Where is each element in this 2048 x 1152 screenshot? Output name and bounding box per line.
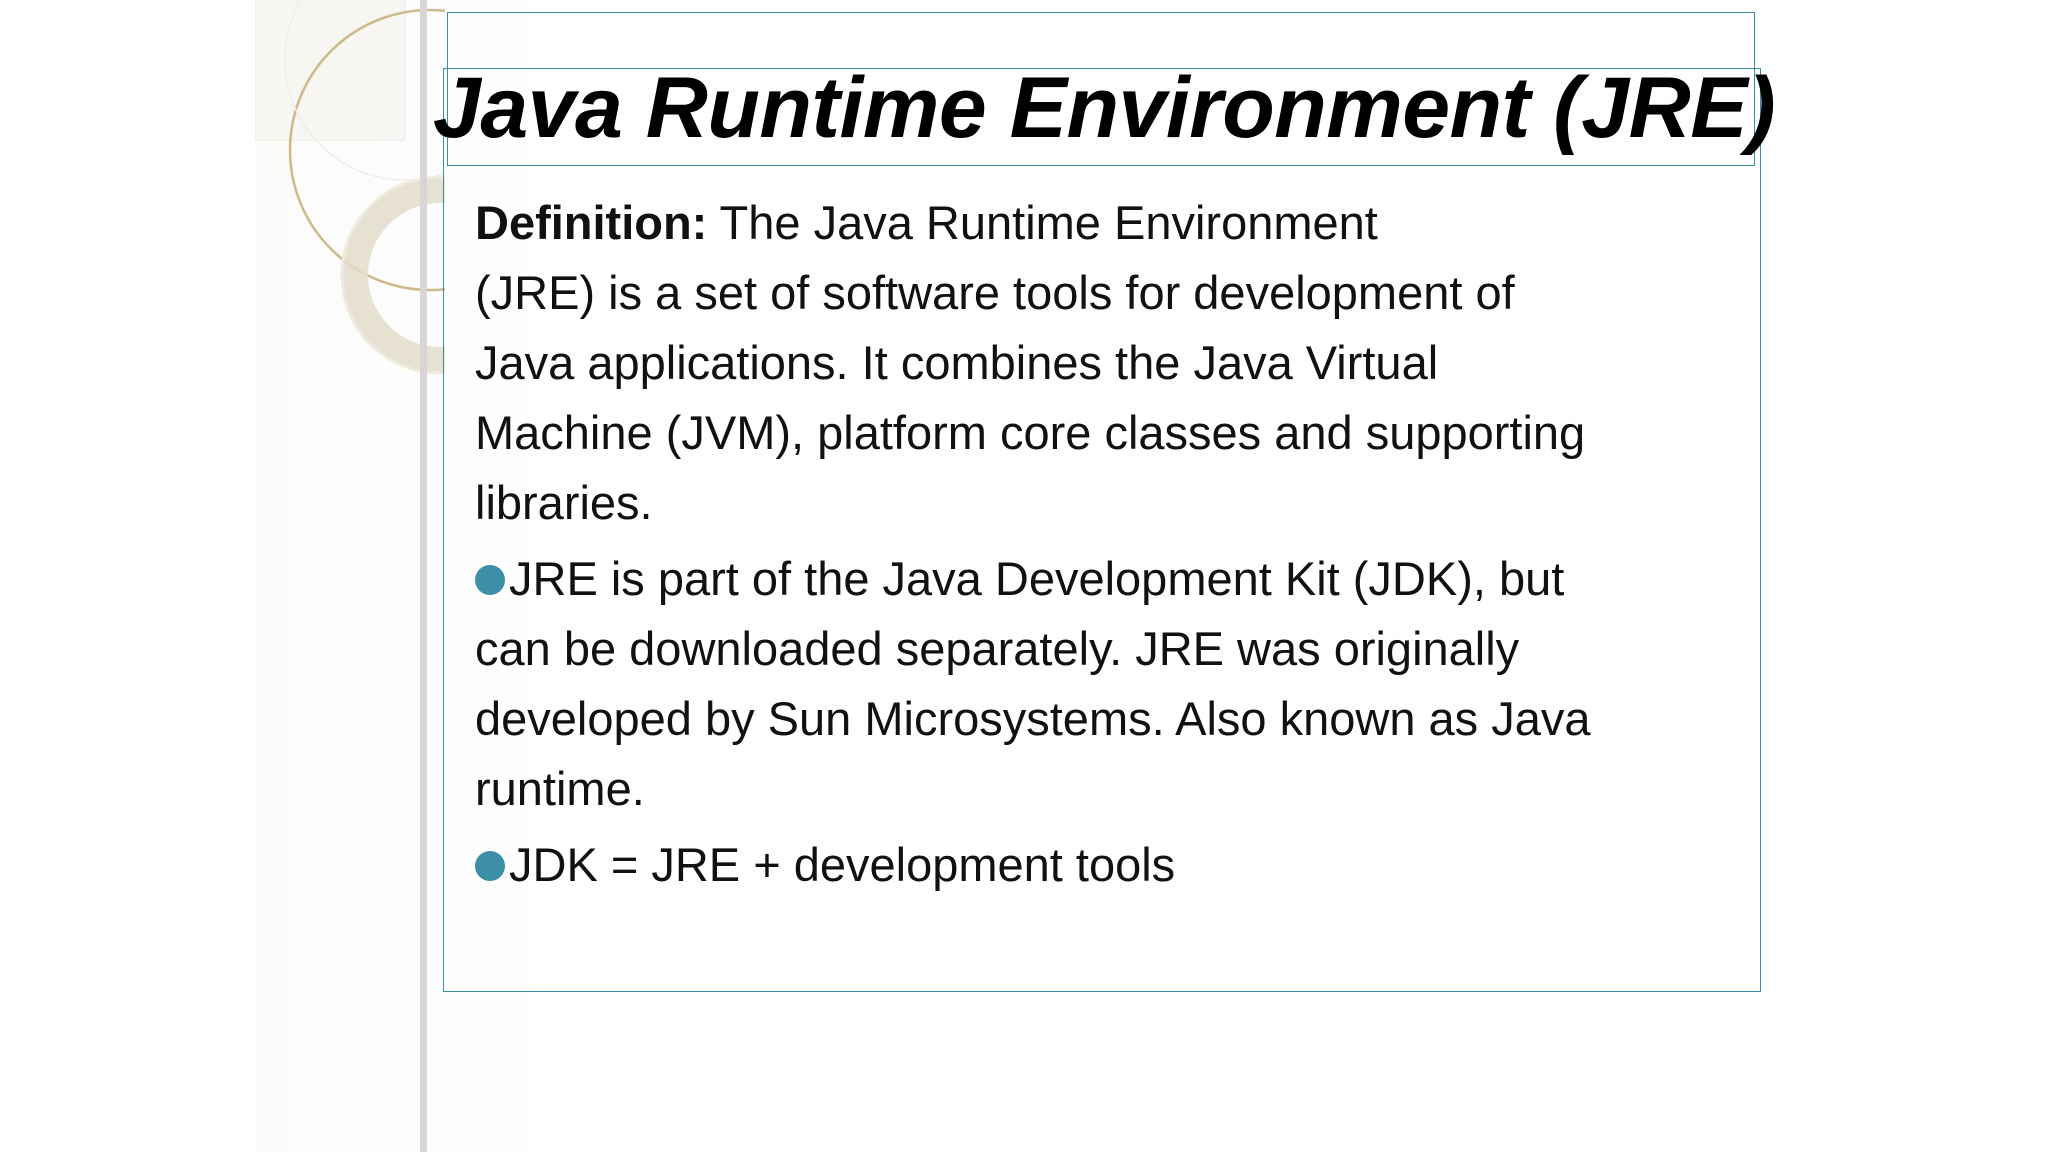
circle-bullet-icon xyxy=(475,850,505,881)
bullet-text: runtime. xyxy=(475,762,645,815)
bullet-text: JRE is part of the Java Development Kit … xyxy=(509,552,1565,605)
definition-text: Java applications. It combines the Java … xyxy=(475,336,1439,389)
circle-bullet-icon xyxy=(475,564,505,595)
definition-text: (JRE) is a set of software tools for dev… xyxy=(475,266,1515,319)
slide-title: Java Runtime Environment (JRE) xyxy=(433,60,1776,156)
definition-text: Machine (JVM), platform core classes and… xyxy=(475,406,1586,459)
bullet-text: JDK = JRE + development tools xyxy=(509,838,1176,891)
bullet-text: can be downloaded separately. JRE was or… xyxy=(475,622,1520,675)
definition-paragraph: Definition: The Java Runtime Environment… xyxy=(475,188,1715,538)
slide: Java Runtime Environment (JRE) Definitio… xyxy=(255,0,1800,1152)
definition-text: libraries. xyxy=(475,476,653,529)
slide-body: Definition: The Java Runtime Environment… xyxy=(475,188,1715,906)
bullet-item: JDK = JRE + development tools xyxy=(475,830,1715,900)
bullet-text: developed by Sun Microsystems. Also know… xyxy=(475,692,1591,745)
definition-label: Definition: xyxy=(475,196,708,249)
vertical-divider xyxy=(420,0,427,1152)
definition-text: The Java Runtime Environment xyxy=(707,196,1378,249)
ring-decoration xyxy=(255,0,445,375)
bullet-item: JRE is part of the Java Development Kit … xyxy=(475,544,1715,824)
